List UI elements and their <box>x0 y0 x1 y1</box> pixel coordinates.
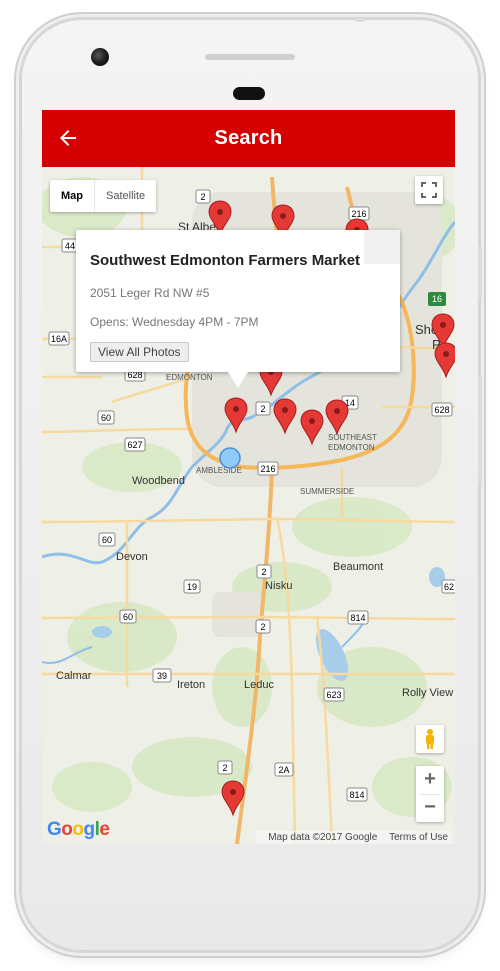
label-southeast-1: SOUTHEAST <box>328 433 377 442</box>
info-address: 2051 Leger Rd NW #5 <box>90 286 210 300</box>
label-nisku: Nisku <box>265 580 293 592</box>
map-type-control: Map Satellite <box>50 180 157 212</box>
fullscreen-button[interactable] <box>415 176 443 204</box>
view-all-photos-button[interactable]: View All Photos <box>90 342 189 362</box>
label-leduc: Leduc <box>244 679 274 691</box>
label-calmar: Calmar <box>56 670 92 682</box>
svg-text:628: 628 <box>434 405 449 415</box>
svg-text:216: 216 <box>351 209 366 219</box>
label-ireton: Ireton <box>177 679 205 691</box>
front-camera <box>91 48 109 66</box>
svg-text:2: 2 <box>200 192 205 202</box>
svg-text:44: 44 <box>65 241 75 251</box>
zoom-out-button[interactable]: − <box>416 794 444 822</box>
label-southeast-2: EDMONTON <box>328 443 375 452</box>
svg-text:60: 60 <box>123 612 133 622</box>
volume-button <box>478 375 482 485</box>
svg-text:62: 62 <box>444 582 454 592</box>
power-button <box>478 245 482 300</box>
info-hours: Opens: Wednesday 4PM - 7PM <box>90 315 259 329</box>
device-screen: Search 2 216 44 16A 628 60 627 2 14 216 … <box>42 110 455 844</box>
svg-text:60: 60 <box>102 535 112 545</box>
info-window: Southwest Edmonton Farmers Market 2051 L… <box>76 230 400 388</box>
street-view-pegman[interactable] <box>416 725 444 753</box>
pegman-icon <box>426 729 434 749</box>
map-view[interactable]: 2 216 44 16A 628 60 627 2 14 216 628 60 … <box>42 167 455 844</box>
label-rolly-view: Rolly View <box>402 687 453 699</box>
label-summerside: SUMMERSIDE <box>300 487 354 496</box>
info-title: Southwest Edmonton Farmers Market <box>90 252 361 269</box>
app-bar: Search <box>42 110 455 167</box>
svg-text:2A: 2A <box>278 765 289 775</box>
map-data-text: Map data ©2017 Google <box>268 832 378 843</box>
svg-text:16: 16 <box>432 294 442 304</box>
svg-text:814: 814 <box>349 790 364 800</box>
svg-text:814: 814 <box>350 613 365 623</box>
page-title: Search <box>214 127 283 149</box>
svg-text:19: 19 <box>187 582 197 592</box>
svg-text:216: 216 <box>260 464 275 474</box>
svg-text:627: 627 <box>127 440 142 450</box>
zoom-divider <box>420 794 440 795</box>
svg-text:2: 2 <box>261 567 266 577</box>
svg-text:39: 39 <box>157 671 167 681</box>
svg-text:2: 2 <box>222 763 227 773</box>
terms-of-use-link[interactable]: Terms of Use <box>389 832 448 843</box>
current-location-dot <box>219 447 241 469</box>
zoom-control: + − <box>416 766 444 822</box>
top-notch <box>355 18 365 22</box>
label-edmonton: EDMONTON <box>166 373 213 382</box>
info-window-pointer <box>228 372 248 388</box>
svg-text:623: 623 <box>326 690 341 700</box>
map-type-map[interactable]: Map <box>50 180 94 212</box>
label-devon: Devon <box>116 551 148 563</box>
info-close-button[interactable] <box>364 230 400 264</box>
label-beaumont: Beaumont <box>333 561 383 573</box>
google-logo: Google <box>47 819 110 840</box>
svg-text:16A: 16A <box>51 334 67 344</box>
proximity-sensor <box>233 87 265 100</box>
svg-text:60: 60 <box>101 413 111 423</box>
arrow-left-icon[interactable] <box>56 126 80 150</box>
svg-text:2: 2 <box>260 404 265 414</box>
earpiece-speaker <box>205 54 295 60</box>
svg-text:2: 2 <box>260 622 265 632</box>
map-type-satellite[interactable]: Satellite <box>94 180 156 212</box>
map-attribution: Map data ©2017 Google Terms of Use <box>256 831 451 844</box>
zoom-in-button[interactable]: + <box>416 766 444 794</box>
fullscreen-icon <box>421 182 437 198</box>
label-woodbend: Woodbend <box>132 475 185 487</box>
